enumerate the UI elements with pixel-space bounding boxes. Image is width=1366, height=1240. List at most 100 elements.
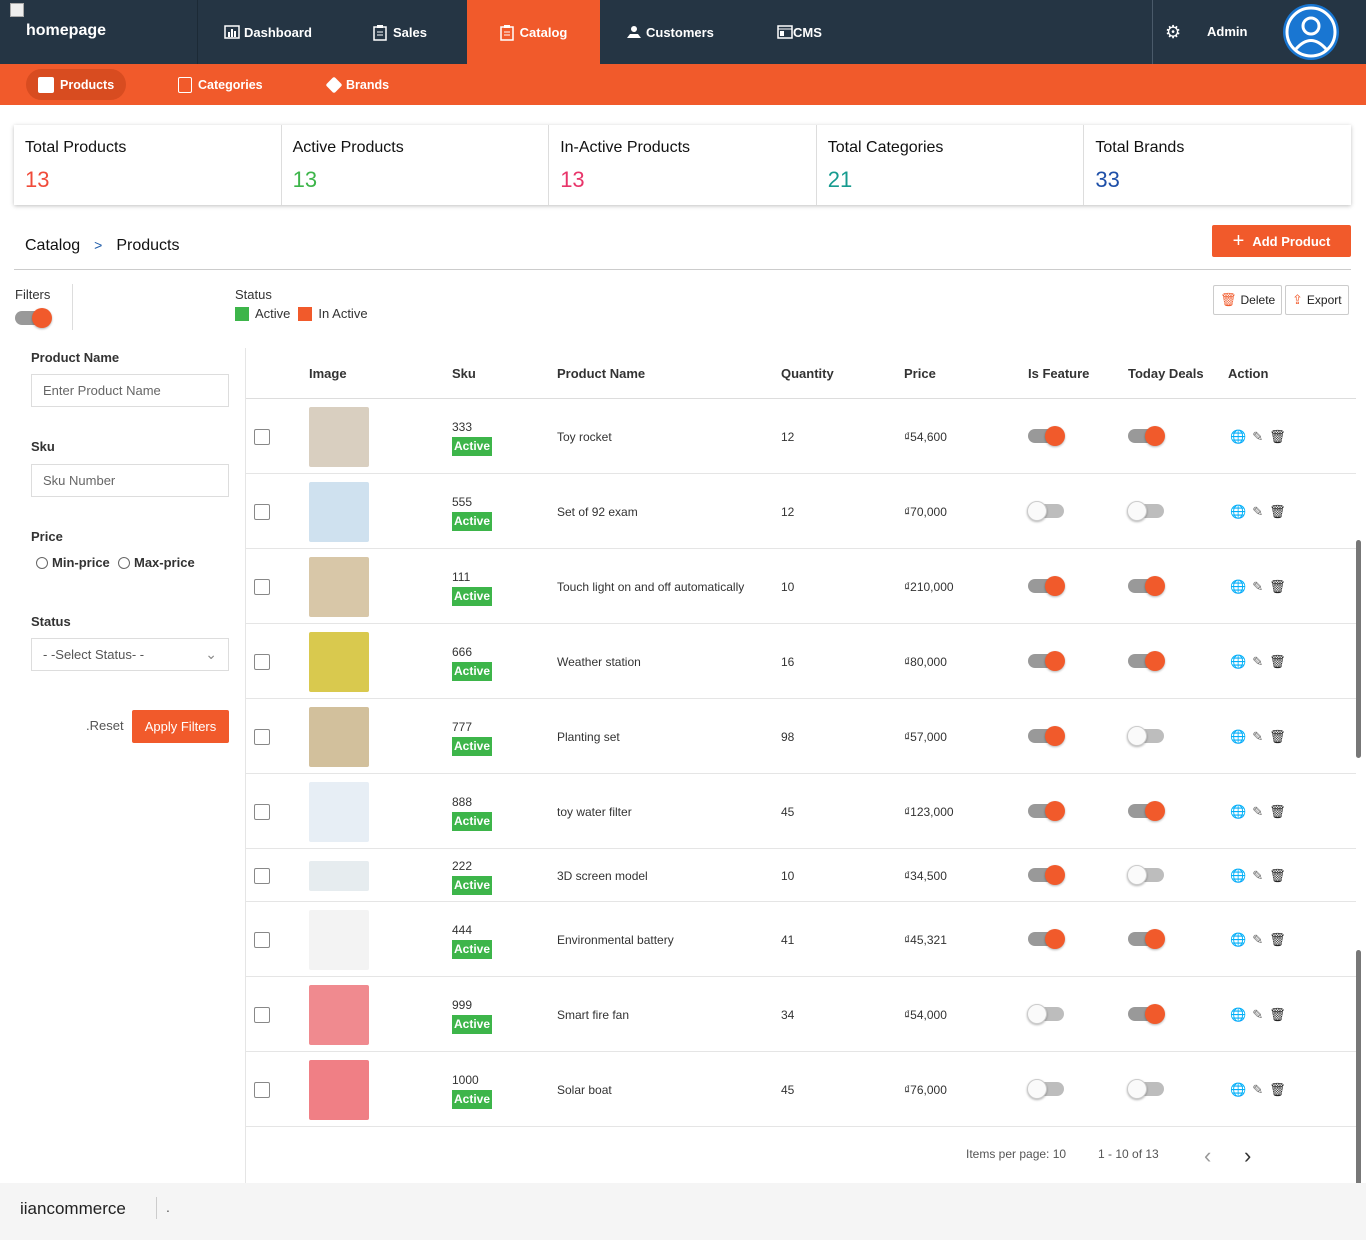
globe-icon[interactable]: 🌐	[1230, 729, 1246, 745]
today-deals-toggle[interactable]	[1127, 725, 1164, 746]
nav-customers[interactable]: Customers	[626, 0, 726, 64]
row-checkbox[interactable]	[254, 1081, 270, 1098]
row-checkbox[interactable]	[254, 867, 270, 884]
globe-icon[interactable]: 🌐	[1230, 429, 1246, 445]
is-feature-toggle[interactable]	[1027, 500, 1064, 521]
is-feature-toggle[interactable]	[1028, 864, 1065, 885]
globe-icon[interactable]: 🌐	[1230, 868, 1246, 884]
trash-icon[interactable]: 🗑	[1269, 729, 1286, 745]
row-checkbox[interactable]	[254, 931, 270, 948]
is-feature-toggle[interactable]	[1028, 800, 1065, 821]
row-checkbox[interactable]	[254, 578, 270, 595]
sku-input[interactable]: Sku Number	[31, 464, 229, 497]
delete-button[interactable]: 🗑 Delete	[1213, 285, 1283, 315]
edit-icon[interactable]: ✎	[1252, 1082, 1263, 1098]
row-checkbox[interactable]	[254, 428, 270, 445]
row-checkbox[interactable]	[254, 803, 270, 820]
export-button[interactable]: ⇪ Export	[1285, 285, 1349, 315]
header-sku[interactable]: Sku	[452, 366, 476, 381]
product-image[interactable]	[309, 909, 369, 970]
reset-link[interactable]: .Reset	[86, 718, 124, 733]
edit-icon[interactable]: ✎	[1252, 504, 1263, 520]
items-per-page[interactable]: Items per page: 10	[966, 1147, 1066, 1161]
trash-icon[interactable]: 🗑	[1269, 1082, 1286, 1098]
gear-icon[interactable]: ⚙	[1165, 22, 1181, 43]
is-feature-toggle[interactable]	[1028, 650, 1065, 671]
min-price-radio[interactable]: Min-price	[36, 555, 110, 570]
avatar[interactable]	[1283, 4, 1339, 60]
today-deals-toggle[interactable]	[1128, 800, 1165, 821]
breadcrumb-root[interactable]: Catalog	[25, 237, 80, 254]
is-feature-toggle[interactable]	[1027, 1078, 1064, 1099]
product-image[interactable]	[309, 556, 369, 617]
nav-dashboard[interactable]: Dashboard	[224, 0, 324, 64]
today-deals-toggle[interactable]	[1128, 650, 1165, 671]
product-image[interactable]	[309, 1059, 369, 1120]
header-image[interactable]: Image	[309, 366, 347, 381]
filters-toggle[interactable]	[15, 308, 52, 328]
globe-icon[interactable]: 🌐	[1230, 504, 1246, 520]
product-image[interactable]	[309, 631, 369, 692]
today-deals-toggle[interactable]	[1127, 500, 1164, 521]
trash-icon[interactable]: 🗑	[1269, 868, 1286, 884]
edit-icon[interactable]: ✎	[1252, 654, 1263, 670]
row-checkbox[interactable]	[254, 1006, 270, 1023]
scrollbar[interactable]	[1356, 540, 1361, 758]
edit-icon[interactable]: ✎	[1252, 868, 1263, 884]
trash-icon[interactable]: 🗑	[1269, 932, 1286, 948]
is-feature-toggle[interactable]	[1028, 725, 1065, 746]
today-deals-toggle[interactable]	[1128, 575, 1165, 596]
is-feature-toggle[interactable]	[1028, 425, 1065, 446]
globe-icon[interactable]: 🌐	[1230, 1082, 1246, 1098]
prev-page-icon[interactable]: ‹	[1204, 1143, 1211, 1169]
edit-icon[interactable]: ✎	[1252, 429, 1263, 445]
nav-cms[interactable]: CMS	[777, 0, 837, 64]
today-deals-toggle[interactable]	[1128, 928, 1165, 949]
globe-icon[interactable]: 🌐	[1230, 804, 1246, 820]
product-image[interactable]	[309, 481, 369, 542]
add-product-button[interactable]: + Add Product	[1212, 225, 1351, 257]
is-feature-toggle[interactable]	[1028, 575, 1065, 596]
admin-label[interactable]: Admin	[1207, 24, 1247, 39]
edit-icon[interactable]: ✎	[1252, 804, 1263, 820]
edit-icon[interactable]: ✎	[1252, 729, 1263, 745]
row-checkbox[interactable]	[254, 653, 270, 670]
today-deals-toggle[interactable]	[1128, 1003, 1165, 1024]
edit-icon[interactable]: ✎	[1252, 932, 1263, 948]
trash-icon[interactable]: 🗑	[1269, 504, 1286, 520]
edit-icon[interactable]: ✎	[1252, 1007, 1263, 1023]
trash-icon[interactable]: 🗑	[1269, 579, 1286, 595]
product-image[interactable]	[309, 406, 369, 467]
subnav-brands[interactable]: Brands	[316, 69, 401, 100]
subnav-products[interactable]: Products	[26, 69, 127, 100]
max-price-radio[interactable]: Max-price	[118, 555, 195, 570]
globe-icon[interactable]: 🌐	[1230, 932, 1246, 948]
trash-icon[interactable]: 🗑	[1269, 654, 1286, 670]
today-deals-toggle[interactable]	[1128, 425, 1165, 446]
is-feature-toggle[interactable]	[1027, 1003, 1064, 1024]
product-image[interactable]	[309, 706, 369, 767]
row-checkbox[interactable]	[254, 503, 270, 520]
is-feature-toggle[interactable]	[1028, 928, 1065, 949]
edit-icon[interactable]: ✎	[1252, 579, 1263, 595]
trash-icon[interactable]: 🗑	[1269, 429, 1286, 445]
product-name-input[interactable]: Enter Product Name	[31, 374, 229, 407]
logo[interactable]: homepage	[0, 0, 198, 64]
trash-icon[interactable]: 🗑	[1269, 1007, 1286, 1023]
globe-icon[interactable]: 🌐	[1230, 579, 1246, 595]
product-image[interactable]	[309, 984, 369, 1045]
header-product-name[interactable]: Product Name	[557, 366, 645, 381]
product-image[interactable]	[309, 860, 369, 891]
next-page-icon[interactable]: ›	[1244, 1143, 1251, 1169]
subnav-categories[interactable]: Categories	[166, 69, 275, 100]
header-today-deals[interactable]: Today Deals	[1128, 366, 1204, 381]
header-is-feature[interactable]: Is Feature	[1028, 366, 1089, 381]
today-deals-toggle[interactable]	[1127, 1078, 1164, 1099]
header-quantity[interactable]: Quantity	[781, 366, 834, 381]
today-deals-toggle[interactable]	[1127, 864, 1164, 885]
globe-icon[interactable]: 🌐	[1230, 1007, 1246, 1023]
trash-icon[interactable]: 🗑	[1269, 804, 1286, 820]
status-select[interactable]: - -Select Status- - ⌄	[31, 638, 229, 671]
globe-icon[interactable]: 🌐	[1230, 654, 1246, 670]
header-price[interactable]: Price	[904, 366, 936, 381]
